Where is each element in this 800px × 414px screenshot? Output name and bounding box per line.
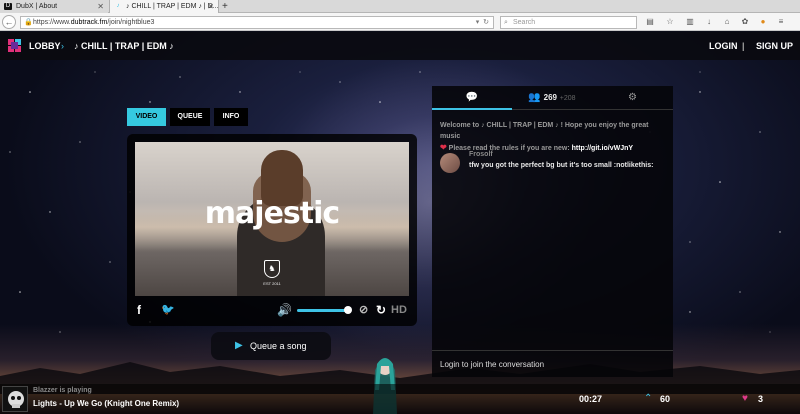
dubtrack-app: LOBBY › ♪ CHILL | TRAP | EDM ♪ LOGIN | S… [0,32,800,414]
chat-message-text: tfw you got the perfect bg but it's too … [469,162,654,169]
search-bar[interactable]: ⌕ Search [500,16,637,29]
lock-icon: 🔒 [24,19,33,26]
back-arrow-icon[interactable]: ← [2,15,16,29]
chat-bubble-icon: 💬 [465,92,479,103]
extension-icon[interactable]: ✿ [739,16,751,28]
chat-tabs: 💬 👥 269 +208 ⚙ [432,86,673,110]
twitter-share-icon[interactable]: 🐦 [161,300,175,320]
browser-tab-dubtrack[interactable]: ♪ ♪ CHILL | TRAP | EDM ♪ | D... ✕ [109,0,219,13]
chat-input[interactable]: Login to join the conversation [432,350,673,377]
now-playing-dj: Blazzer is playing [33,387,92,394]
majestic-badge-icon: ♞ [264,260,280,278]
welcome-message: Welcome to ♪ CHILL | TRAP | EDM ♪ ! Hope… [440,120,666,154]
track-time: 00:27 [579,394,603,404]
chat-input-placeholder: Login to join the conversation [440,360,545,369]
chat-username[interactable]: Frosolf [469,151,493,158]
avatar-extension-icon[interactable]: ● [757,16,769,28]
badge-text: EST 2011 [263,281,281,286]
url-domain: dubtrack.fm [70,19,108,26]
library-icon[interactable]: ▥ [684,16,696,28]
video-panel: majestic ♞ EST 2011 f 🐦 🔊 ⊘ ↻ HD [127,134,417,326]
reload-icon[interactable]: ↻ [483,19,489,26]
track-artwork [2,386,28,412]
video-player[interactable]: majestic ♞ EST 2011 [135,142,409,296]
tab-users[interactable]: 👥 269 +208 [512,86,592,110]
header-separator: | [742,41,745,51]
now-playing-title: Lights - Up We Go (Knight One Remix) [33,399,180,408]
reading-list-icon[interactable]: ▤ [644,16,656,28]
facebook-share-icon[interactable]: f [137,300,141,320]
home-icon[interactable]: ⌂ [721,16,733,28]
guests-count: +208 [559,95,576,102]
video-overlay-title: majestic [204,196,340,231]
bookmark-star-icon[interactable]: ☆ [664,16,676,28]
users-icon: 👥 [528,92,541,103]
url-path: /join/nightblue3 [107,19,155,26]
grab-icon[interactable]: ♥ [742,384,748,414]
updub-count: 60 [660,394,671,404]
url-prefix: https://www. [33,19,71,26]
url-bar[interactable]: 🔒 https://www.dubtrack.fm/join/nightblue… [20,16,494,29]
browser-tab-dubx-about[interactable]: D DubX | About ✕ [0,0,108,13]
search-placeholder: Search [513,19,536,26]
browser-nav-bar: ← 🔒 https://www.dubtrack.fm/join/nightbl… [0,13,800,31]
volume-icon[interactable]: 🔊 [277,300,292,320]
player-controls: f 🐦 🔊 ⊘ ↻ HD [135,300,409,320]
breadcrumb-arrow-icon: › [61,41,64,51]
tab-queue[interactable]: QUEUE [170,108,210,126]
browser-tab-title: ♪ CHILL | TRAP | EDM ♪ | D... [126,3,219,10]
lobby-link[interactable]: LOBBY [29,32,61,60]
dropdown-arrow-icon[interactable]: ▾ [476,19,480,26]
hide-video-icon[interactable]: ⊘ [359,300,368,320]
queue-song-button[interactable]: ▶ Queue a song [211,332,331,360]
tab-video[interactable]: VIDEO [127,108,166,126]
site-header: LOBBY › ♪ CHILL | TRAP | EDM ♪ LOGIN | S… [0,32,800,60]
volume-slider-handle[interactable] [344,306,352,314]
signup-link[interactable]: SIGN UP [756,32,793,60]
dubtrack-favicon-icon: ♪ [116,3,120,9]
new-tab-button[interactable]: + [222,0,228,13]
browser-tab-title: DubX | About [16,3,58,10]
tab-info[interactable]: INFO [214,108,248,126]
close-tab-icon[interactable]: ✕ [207,0,214,13]
users-count: 269 [543,93,558,102]
browser-tab-bar: D DubX | About ✕ ♪ ♪ CHILL | TRAP | EDM … [0,0,800,13]
chat-panel: 💬 👥 269 +208 ⚙ Welcome to ♪ CHILL | TRAP… [432,86,673,377]
search-icon: ⌕ [504,19,508,26]
chat-message: Frosolf tfw you got the perfect bg but i… [440,151,666,181]
hd-toggle[interactable]: HD [391,300,407,320]
login-link[interactable]: LOGIN [709,32,738,60]
menu-icon[interactable]: ≡ [775,16,787,28]
dubx-favicon-icon: D [4,3,12,10]
refresh-icon[interactable]: ↻ [376,300,386,320]
skull-artwork-icon [8,391,24,408]
play-icon: ▶ [235,340,243,351]
dubtrack-logo-icon[interactable] [8,39,22,53]
grab-count: 3 [758,394,764,404]
gear-icon: ⚙ [628,92,637,103]
queue-song-label: Queue a song [250,341,307,351]
download-icon[interactable]: ↓ [703,16,715,28]
updub-icon[interactable]: ⌃ [644,384,652,414]
close-tab-icon[interactable]: ✕ [97,0,104,13]
tab-chat[interactable]: 💬 [432,86,512,110]
now-playing-bar: Blazzer is playing Lights - Up We Go (Kn… [0,384,800,414]
avatar[interactable] [440,153,460,173]
room-name: ♪ CHILL | TRAP | EDM ♪ [74,41,174,51]
tab-settings[interactable]: ⚙ [592,86,673,110]
volume-slider[interactable] [297,309,349,312]
welcome-text: Welcome to ♪ CHILL | TRAP | EDM ♪ ! Hope… [440,122,649,140]
